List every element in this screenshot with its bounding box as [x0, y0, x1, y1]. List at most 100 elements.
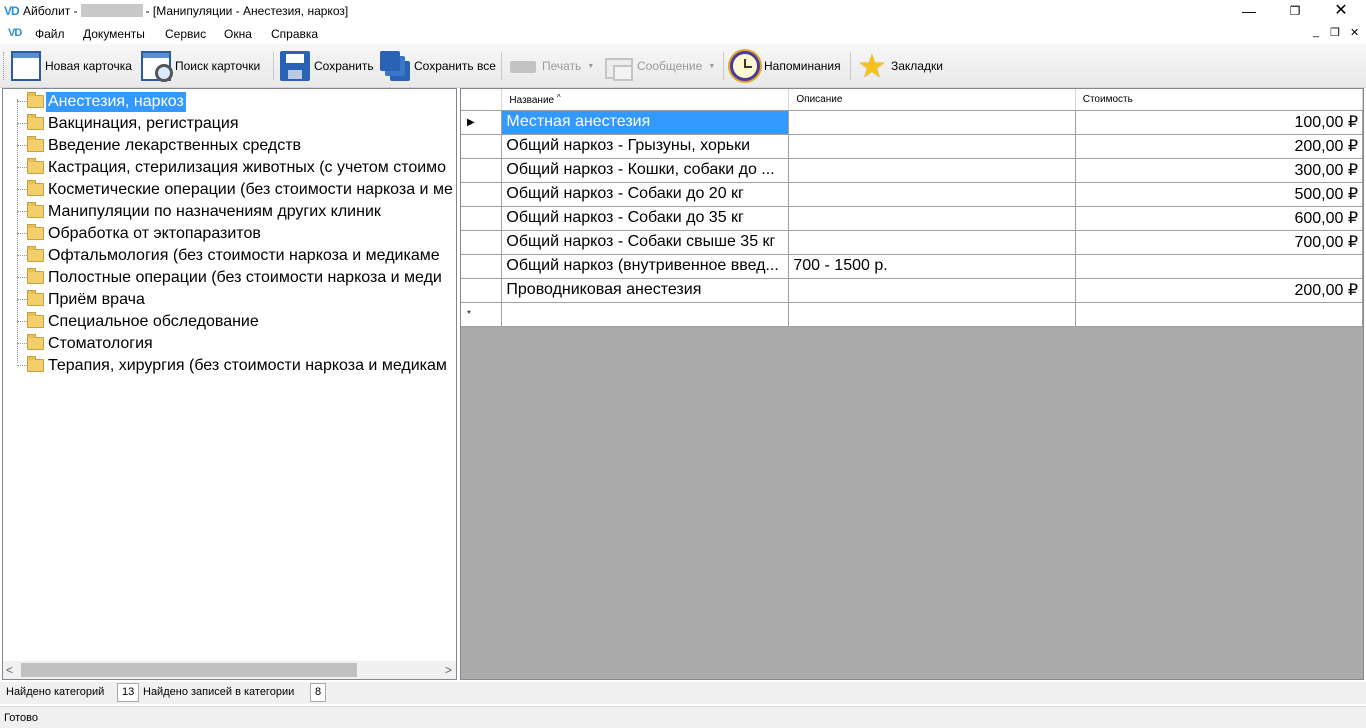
scroll-right-icon[interactable]: > [445, 663, 452, 677]
reminders-button[interactable]: Напоминания [730, 49, 841, 83]
tree-item-vaccination[interactable]: Вакцинация, регистрация [3, 113, 456, 135]
cell-name[interactable]: Местная анестезия [501, 110, 790, 135]
cell-description[interactable] [788, 158, 1076, 183]
table-row[interactable]: ▶ Местная анестезия 100,00 ₽ [461, 110, 1363, 135]
message-dropdown-arrow-icon[interactable]: ▼ [708, 63, 715, 70]
cell-description[interactable] [788, 278, 1076, 303]
tree-item-therapy-surgery[interactable]: Терапия, хирургия (без стоимости наркоза… [3, 355, 456, 377]
row-header[interactable] [461, 182, 503, 207]
tree-item-dentistry[interactable]: Стоматология [3, 333, 456, 355]
message-button[interactable]: Сообщение ▼ [603, 49, 715, 83]
maximize-window-button[interactable]: ❐ [1272, 0, 1318, 24]
column-header-name[interactable]: Название ^ [501, 89, 790, 111]
tree-item-castration[interactable]: Кастрация, стерилизация животных (с учет… [3, 157, 456, 179]
toolbar-grip[interactable] [3, 52, 6, 80]
find-card-button[interactable]: Поиск карточки [141, 49, 260, 83]
cell-name[interactable]: Общий наркоз (внутривенное введ... [501, 254, 790, 279]
tree-item-medication[interactable]: Введение лекарственных средств [3, 135, 456, 157]
folder-open-icon [27, 202, 44, 218]
tree-item-ophthalmology[interactable]: Офтальмология (без стоимости наркоза и м… [3, 245, 456, 267]
cell-cost[interactable]: 700,00 ₽ [1075, 230, 1363, 255]
floppies-icon [380, 51, 410, 81]
cell-description[interactable]: 700 - 1500 р. [788, 254, 1076, 279]
cell-cost[interactable]: 500,00 ₽ [1075, 182, 1363, 207]
services-grid[interactable]: Название ^ Описание Стоимость ▶ Местная … [460, 88, 1364, 680]
cell-cost[interactable]: 600,00 ₽ [1075, 206, 1363, 231]
cell-name[interactable]: Общий наркоз - Собаки до 35 кг [501, 206, 790, 231]
cell-description[interactable] [788, 230, 1076, 255]
menu-windows[interactable]: Окна [224, 27, 252, 41]
cell-cost[interactable]: 200,00 ₽ [1075, 134, 1363, 159]
tree-item-doctor-visit[interactable]: Приём врача [3, 289, 456, 311]
print-button[interactable]: Печать ▼ [508, 49, 594, 83]
menu-help[interactable]: Справка [271, 27, 318, 41]
table-row[interactable]: Общий наркоз - Грызуны, хорьки 200,00 ₽ [461, 134, 1363, 159]
menu-service[interactable]: Сервис [165, 27, 206, 41]
tree-item-label: Манипуляции по назначениям других клиник [48, 203, 381, 220]
tree-item-label: Стоматология [48, 335, 153, 352]
cell-description[interactable] [788, 206, 1076, 231]
row-header[interactable] [461, 158, 503, 183]
tree-item-special-exam[interactable]: Специальное обследование [3, 311, 456, 333]
star-icon: ★ [857, 48, 887, 84]
cell-cost[interactable] [1075, 254, 1363, 279]
column-header-description[interactable]: Описание [788, 89, 1076, 111]
new-row-marker-icon[interactable]: * [461, 302, 503, 327]
menu-documents[interactable]: Документы [83, 27, 145, 41]
row-header[interactable] [461, 134, 503, 159]
tree-item-abdominal[interactable]: Полостные операции (без стоимости наркоз… [3, 267, 456, 289]
table-row[interactable]: Общий наркоз - Собаки свыше 35 кг 700,00… [461, 230, 1363, 255]
new-cell-name[interactable] [501, 302, 790, 327]
alarm-clock-icon [730, 51, 760, 81]
cell-cost[interactable]: 100,00 ₽ [1075, 110, 1363, 135]
minimize-window-button[interactable]: — [1226, 0, 1272, 24]
print-dropdown-arrow-icon[interactable]: ▼ [587, 63, 594, 70]
cell-cost[interactable]: 300,00 ₽ [1075, 158, 1363, 183]
cell-name[interactable]: Проводниковая анестезия [501, 278, 790, 303]
folder-open-icon [27, 136, 44, 152]
tree-item-cosmetic[interactable]: Косметические операции (без стоимости на… [3, 179, 456, 201]
category-tree[interactable]: Анестезия, наркоз Вакцинация, регистраци… [2, 88, 457, 680]
row-header[interactable] [461, 230, 503, 255]
table-row[interactable]: Общий наркоз (внутривенное введ... 700 -… [461, 254, 1363, 279]
tree-horizontal-scrollbar[interactable]: < > [3, 661, 456, 679]
save-all-button[interactable]: Сохранить все [380, 49, 496, 83]
mdi-restore-button[interactable]: ❐ [1330, 26, 1340, 39]
table-row[interactable]: Общий наркоз - Собаки до 35 кг 600,00 ₽ [461, 206, 1363, 231]
save-button[interactable]: Сохранить [280, 49, 374, 83]
scrollbar-thumb[interactable] [21, 663, 357, 677]
cell-description[interactable] [788, 110, 1076, 135]
new-card-button[interactable]: Новая карточка [11, 49, 132, 83]
cell-name[interactable]: Общий наркоз - Собаки свыше 35 кг [501, 230, 790, 255]
scroll-left-icon[interactable]: < [6, 663, 13, 677]
current-row-marker-icon[interactable]: ▶ [461, 110, 503, 135]
tree-item-other-clinics[interactable]: Манипуляции по назначениям других клиник [3, 201, 456, 223]
menu-file[interactable]: Файл [35, 27, 65, 41]
new-cell-cost[interactable] [1075, 302, 1363, 327]
row-header[interactable] [461, 206, 503, 231]
row-header[interactable] [461, 254, 503, 279]
new-row[interactable]: * [461, 302, 1363, 327]
cell-description[interactable] [788, 182, 1076, 207]
cell-name[interactable]: Общий наркоз - Кошки, собаки до ... [501, 158, 790, 183]
cell-description[interactable] [788, 134, 1076, 159]
column-header-label: Стоимость [1082, 93, 1133, 105]
tree-item-ectoparasites[interactable]: Обработка от эктопаразитов [3, 223, 456, 245]
new-cell-description[interactable] [788, 302, 1076, 327]
tree-item-anesthesia[interactable]: Анестезия, наркоз [3, 91, 456, 113]
row-header[interactable] [461, 278, 503, 303]
new-card-label: Новая карточка [45, 59, 132, 73]
cell-name[interactable]: Общий наркоз - Собаки до 20 кг [501, 182, 790, 207]
bookmarks-button[interactable]: ★ Закладки [857, 49, 943, 83]
column-header-cost[interactable]: Стоимость [1075, 89, 1363, 111]
mdi-minimize-button[interactable]: _ [1313, 26, 1319, 38]
app-logo: VD [4, 4, 20, 18]
mdi-close-button[interactable]: ✕ [1350, 26, 1359, 39]
close-window-button[interactable]: ✕ [1318, 0, 1364, 24]
table-row[interactable]: Проводниковая анестезия 200,00 ₽ [461, 278, 1363, 303]
mdi-child-logo[interactable]: VD [8, 27, 22, 39]
cell-name[interactable]: Общий наркоз - Грызуны, хорьки [501, 134, 790, 159]
table-row[interactable]: Общий наркоз - Собаки до 20 кг 500,00 ₽ [461, 182, 1363, 207]
table-row[interactable]: Общий наркоз - Кошки, собаки до ... 300,… [461, 158, 1363, 183]
cell-cost[interactable]: 200,00 ₽ [1075, 278, 1363, 303]
